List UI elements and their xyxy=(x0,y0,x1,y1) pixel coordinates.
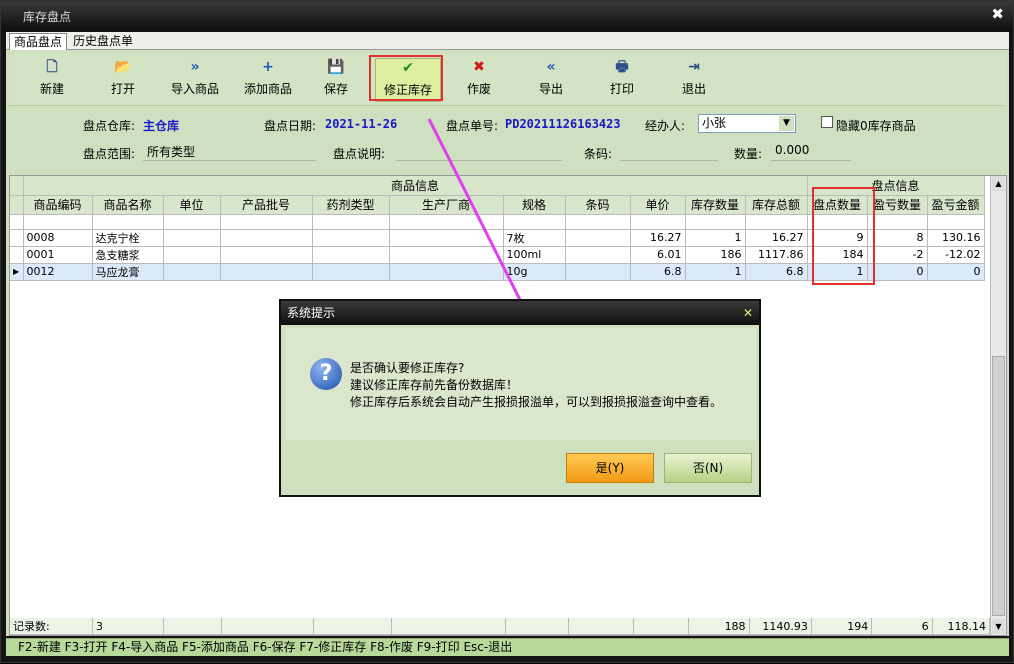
dialog-body: ? 是否确认要修正库存? 建议修正库存前先备份数据库！ 修正库存后系统会自动产生… xyxy=(286,328,756,440)
dialog-message-line2: 建议修正库存前先备份数据库！ xyxy=(350,378,519,392)
no-button[interactable]: 否(N) xyxy=(664,453,752,483)
yes-button[interactable]: 是(Y) xyxy=(566,453,654,483)
dialog-message-line1: 是否确认要修正库存? xyxy=(350,361,465,375)
confirm-dialog: 系统提示 ✕ ? 是否确认要修正库存? 建议修正库存前先备份数据库！ 修正库存后… xyxy=(279,299,761,497)
question-icon: ? xyxy=(310,358,342,390)
dialog-button-bar: 是(Y) 否(N) xyxy=(286,443,756,491)
dialog-close-icon[interactable]: ✕ xyxy=(743,301,753,325)
dialog-title-bar: 系统提示 ✕ xyxy=(281,301,759,325)
dialog-title: 系统提示 xyxy=(287,306,336,320)
dialog-message-line3: 修正库存后系统会自动产生报损报溢单，可以到报损报溢查询中查看。 xyxy=(350,395,723,409)
window: 库存盘点 ✖ 商品盘点 历史盘点单 🗋 新建 📂 打开 » 导入商品 + 添加商品 💾 保… xyxy=(0,0,1014,663)
